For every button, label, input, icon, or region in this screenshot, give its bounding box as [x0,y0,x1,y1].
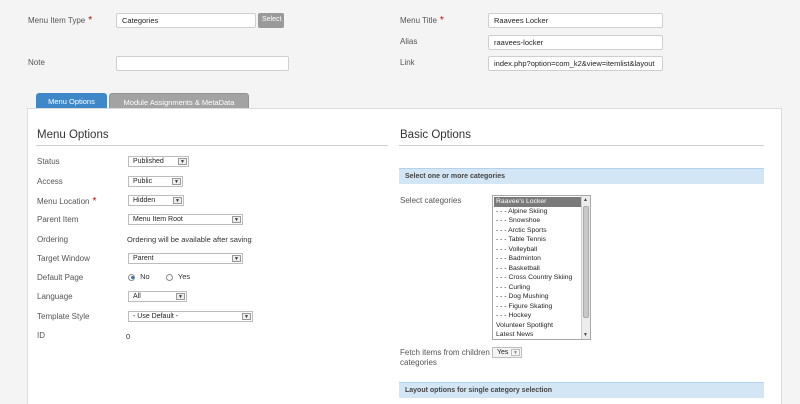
chevron-down-icon: ▼ [511,349,520,356]
radio-yes-label: Yes [177,272,191,281]
menu-item-type-label: Menu Item Type * [28,15,93,26]
select-button[interactable]: Select [258,13,284,28]
menu-title-field[interactable]: Raavees Locker [488,13,663,28]
language-label: Language [37,292,73,301]
scrollbar-thumb[interactable] [583,206,589,318]
fetch-children-label: Fetch items from children categories [400,348,490,367]
required-mark: * [439,15,444,26]
category-option[interactable]: - - - Badminton [494,254,581,264]
chevron-down-icon: ▼ [178,158,187,165]
alias-label: Alias [400,37,418,46]
category-option[interactable]: - - - Cross Country Skiing [494,273,581,283]
target-window-select[interactable]: Parent ▼ [128,253,243,264]
scroll-up-icon[interactable]: ▲ [583,197,588,203]
access-select[interactable]: Public ▼ [128,176,183,187]
category-option[interactable]: - - - Volleyball [494,245,581,255]
menu-options-title: Menu Options [37,129,109,141]
scrollbar[interactable]: ▲ ▼ [581,196,590,339]
chevron-down-icon: ▼ [173,197,182,204]
chevron-down-icon: ▼ [176,293,185,300]
fetch-children-select[interactable]: Yes ▼ [492,347,522,358]
basic-options-title: Basic Options [400,129,471,141]
ordering-value: Ordering will be available after saving [127,235,252,244]
chevron-down-icon: ▼ [232,255,241,262]
note-field[interactable] [116,56,289,71]
divider [36,145,388,146]
category-option[interactable]: Latest News [494,330,581,340]
category-option[interactable]: - - - Dog Mushing [494,292,581,302]
template-style-select[interactable]: - Use Default - ▼ [128,311,253,322]
category-option[interactable]: - - - Hockey [494,311,581,321]
categories-listbox[interactable]: Raavee's Locker - - - Alpine Skiing - - - … [492,195,591,340]
radio-yes[interactable] [165,273,173,281]
category-option[interactable]: - - - Table Tennis [494,235,581,245]
template-style-label: Template Style [37,312,90,321]
divider [399,145,764,146]
tab-module-assignments[interactable]: Module Assignments & MetaData [109,93,249,109]
access-label: Access [37,177,63,186]
status-label: Status [37,157,60,166]
id-label: ID [37,331,45,340]
required-mark: * [92,196,97,207]
alias-field[interactable]: raavees-locker [488,35,663,50]
default-page-radios: No Yes [128,272,190,281]
layout-options-header: Layout options for single category selec… [399,382,764,398]
status-select[interactable]: Published ▼ [128,156,189,167]
category-option[interactable]: - - - Basketball [494,264,581,274]
language-select[interactable]: All ▼ [128,291,187,302]
note-label: Note [28,58,45,67]
category-option[interactable]: - - - Curling [494,283,581,293]
ordering-label: Ordering [37,235,69,244]
chevron-down-icon: ▼ [172,178,181,185]
category-option[interactable]: - - - Alpine Skiing [494,207,581,217]
menu-item-type-field[interactable]: Categories [116,13,256,28]
parent-item-select[interactable]: Menu Item Root ▼ [128,214,243,225]
category-option[interactable]: Volunteer Spotlight [494,321,581,331]
category-option[interactable]: - - - Figure Skating [494,302,581,312]
categories-list: Raavee's Locker - - - Alpine Skiing - - - … [494,197,581,340]
required-mark: * [88,15,93,26]
link-label: Link [400,58,415,67]
category-option[interactable]: - - - Arctic Sports [494,226,581,236]
scroll-down-icon[interactable]: ▼ [583,332,588,338]
radio-no[interactable] [128,273,135,281]
link-field[interactable]: index.php?option=com_k2&view=itemlist&la… [488,56,663,71]
id-value: 0 [126,332,131,341]
select-categories-header: Select one or more categories [399,168,764,184]
target-window-label: Target Window [37,254,90,263]
default-page-label: Default Page [37,273,84,282]
menu-location-select[interactable]: Hidden ▼ [128,195,184,206]
category-option[interactable]: Raavee's Locker [494,197,581,207]
radio-no-label: No [140,272,150,281]
chevron-down-icon: ▼ [232,216,241,223]
select-categories-label: Select categories [400,196,462,205]
menu-location-label: Menu Location * [37,196,97,207]
chevron-down-icon: ▼ [242,313,251,320]
tab-menu-options[interactable]: Menu Options [36,93,107,109]
category-option[interactable]: - - - Snowshoe [494,216,581,226]
menu-title-label: Menu Title * [400,15,444,26]
parent-item-label: Parent Item [37,215,79,224]
